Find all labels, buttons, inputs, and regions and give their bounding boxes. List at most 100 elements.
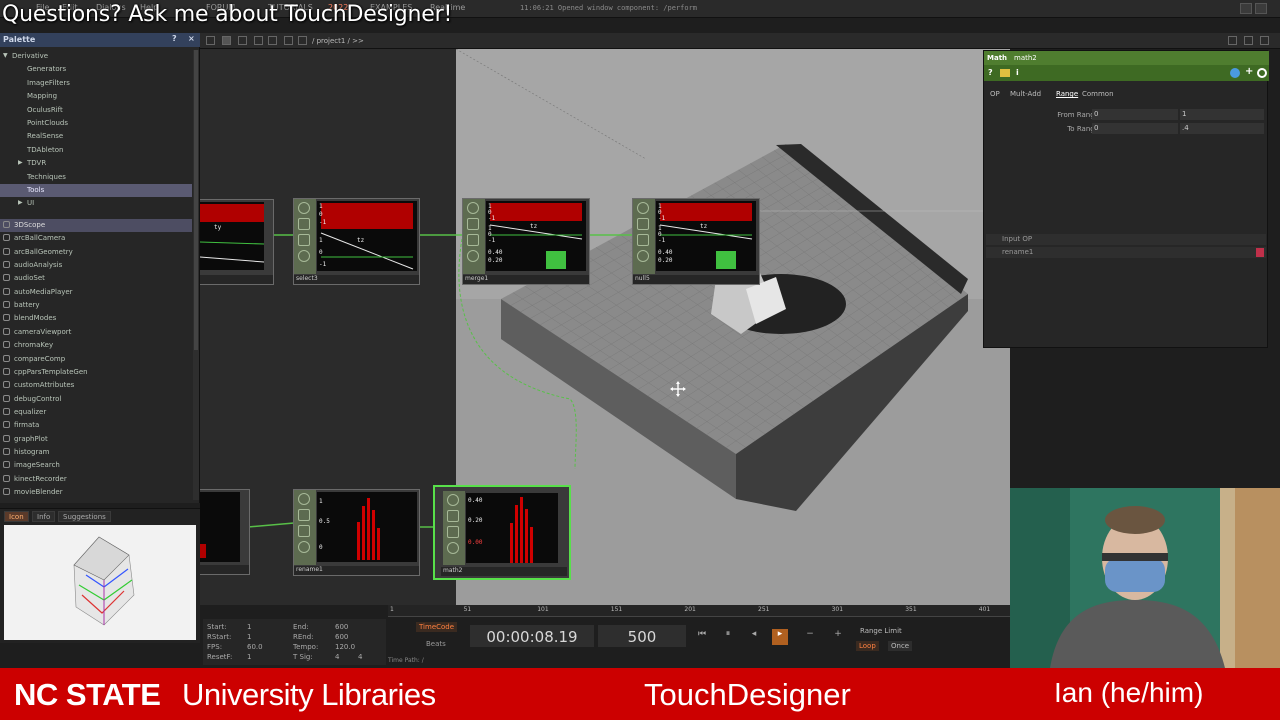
plus-icon[interactable]: + [830, 629, 846, 645]
palette-component-item[interactable]: arcBallCamera [0, 232, 192, 245]
node-bypass-icon[interactable] [298, 541, 310, 553]
stop-icon[interactable] [222, 36, 231, 45]
node-partial-bottom[interactable] [200, 489, 250, 575]
timeline-ruler[interactable]: 1 51 101 151 201 251 301 351 401 [388, 605, 1010, 617]
palette-component-item[interactable]: customAttributes [0, 379, 192, 392]
pause-icon[interactable]: ⏸ [720, 629, 736, 645]
palette-component-item[interactable]: audioAnalysis [0, 259, 192, 272]
node-rename1-name[interactable]: rename1 [294, 566, 419, 575]
plus-icon[interactable] [268, 36, 277, 45]
node-viewer-toggle-icon[interactable] [298, 493, 310, 505]
node-math2-name[interactable]: math2 [441, 567, 567, 576]
palette-folder-generators[interactable]: Generators [0, 63, 192, 76]
grid-icon[interactable] [238, 36, 247, 45]
timecode-toggle[interactable]: TimeCode [416, 622, 458, 632]
frame-display[interactable]: 500 [598, 625, 686, 647]
palette-folder-realsense[interactable]: RealSense [0, 130, 192, 143]
network-editor[interactable]: ty 1 0 -1 1 0 -1 tz select3 1 0 -1 1 0 -… [200, 49, 1010, 605]
node-viewer-toggle-icon[interactable] [447, 494, 459, 506]
palette-close-button[interactable]: × [188, 34, 195, 43]
timecode-display[interactable]: 00:00:08.19 [470, 625, 594, 647]
node-math2[interactable]: 0.40 0.20 0.00 math2 [433, 485, 571, 580]
node-viewer-toggle-icon[interactable] [637, 202, 649, 214]
step-back-icon[interactable]: ◂ [746, 629, 762, 645]
node-bypass-icon[interactable] [637, 250, 649, 262]
palette-folder-derivative[interactable]: ▼ Derivative [0, 50, 192, 63]
tab-info[interactable]: Info [32, 511, 56, 522]
palette-component-item[interactable]: firmata [0, 419, 192, 432]
loop-toggle[interactable]: Loop [856, 641, 879, 651]
param-value-field[interactable]: 0 [1092, 123, 1178, 134]
node-display-icon[interactable] [467, 234, 479, 246]
end-value[interactable]: 600 [335, 623, 348, 631]
triangle-right-icon[interactable]: ▶ [18, 159, 23, 166]
resetf-value[interactable]: 1 [247, 653, 251, 661]
palette-component-item[interactable]: histogram [0, 446, 192, 459]
palette-scrollbar[interactable] [193, 50, 199, 500]
param-value-field[interactable]: 1 [1180, 109, 1264, 120]
pane-max-icon[interactable] [1244, 36, 1253, 45]
param-value-field[interactable]: 0 [1092, 109, 1178, 120]
param-value-field[interactable]: .4 [1180, 123, 1264, 134]
io-input-item[interactable]: rename1 [986, 247, 1266, 258]
node-rename1[interactable]: 1 0.5 0 rename1 [293, 489, 420, 576]
palette-component-item[interactable]: graphPlot [0, 433, 192, 446]
node-select3-name[interactable]: select3 [294, 275, 419, 284]
palette-folder-techniques[interactable]: Techniques [0, 171, 192, 184]
lock-icon[interactable] [1000, 69, 1010, 77]
node-partial-top[interactable]: ty [200, 199, 274, 285]
node-edit-icon[interactable] [298, 218, 310, 230]
node-display-icon[interactable] [298, 234, 310, 246]
palette-folder-imagefilters[interactable]: ImageFilters [0, 77, 192, 90]
tab-mult-add[interactable]: Mult-Add [1010, 90, 1041, 98]
node-viewer-toggle-icon[interactable] [298, 202, 310, 214]
pane-close-icon[interactable] [1260, 36, 1269, 45]
palette-folder-pointclouds[interactable]: PointClouds [0, 117, 192, 130]
arrow-icon[interactable] [254, 36, 263, 45]
palette-component-item[interactable]: audioSet [0, 272, 192, 285]
tab-range[interactable]: Range [1056, 90, 1078, 98]
palette-component-item[interactable]: kinectRecorder [0, 473, 192, 486]
node-display-icon[interactable] [447, 526, 459, 538]
add-icon[interactable]: + [1245, 66, 1253, 77]
tsig-a-value[interactable]: 4 [335, 653, 339, 661]
tab-common[interactable]: Common [1082, 90, 1114, 98]
palette-component-item[interactable]: cppParsTemplateGen [0, 366, 192, 379]
node-merge1[interactable]: 1 0 -1 1 0 -1 0.40 0.20 tz merge1 [462, 198, 590, 285]
palette-component-item[interactable]: chromaKey [0, 339, 192, 352]
triangle-right-icon[interactable]: ▶ [18, 199, 23, 206]
palette-folder-tdvr[interactable]: ▶ TDVR [0, 157, 192, 170]
node-display-icon[interactable] [637, 234, 649, 246]
node-edit-icon[interactable] [637, 218, 649, 230]
help-icon[interactable]: ? [988, 68, 993, 77]
beats-toggle[interactable]: Beats [426, 640, 446, 648]
palette-component-item[interactable]: blendModes [0, 312, 192, 325]
tab-suggestions[interactable]: Suggestions [58, 511, 111, 522]
palette-component-item[interactable]: cameraViewport [0, 326, 192, 339]
palette-component-item[interactable]: autoMediaPlayer [0, 286, 192, 299]
palette-component-item[interactable]: movieBlender [0, 486, 192, 499]
palette-component-item[interactable]: equalizer [0, 406, 192, 419]
node-display-icon[interactable] [298, 525, 310, 537]
minimize-button[interactable] [1240, 3, 1252, 14]
back-icon[interactable] [206, 36, 215, 45]
node-bypass-icon[interactable] [467, 250, 479, 262]
palette-component-item[interactable]: imageSearch [0, 459, 192, 472]
palette-component-item[interactable]: arcBallGeometry [0, 246, 192, 259]
rewind-icon[interactable]: ⏮ [694, 629, 710, 645]
fps-value[interactable]: 60.0 [247, 643, 263, 651]
palette-component-item[interactable]: battery [0, 299, 192, 312]
op-name-field[interactable]: math2 [1014, 54, 1037, 62]
palette-help-button[interactable]: ? [172, 34, 177, 43]
pane-split-icon[interactable] [1228, 36, 1237, 45]
palette-component-item[interactable]: compareComp [0, 353, 192, 366]
node-edit-icon[interactable] [447, 510, 459, 522]
node-bypass-icon[interactable] [447, 542, 459, 554]
settings-icon[interactable] [1257, 68, 1267, 78]
node-merge1-name[interactable]: merge1 [463, 275, 589, 284]
once-toggle[interactable]: Once [888, 641, 913, 651]
palette-folder-oculusrift[interactable]: OculusRift [0, 104, 192, 117]
info-icon[interactable]: i [1016, 68, 1019, 77]
node-null5[interactable]: 1 0 -1 1 0 -1 0.40 0.20 tz null5 [632, 198, 760, 285]
node-edit-icon[interactable] [467, 218, 479, 230]
